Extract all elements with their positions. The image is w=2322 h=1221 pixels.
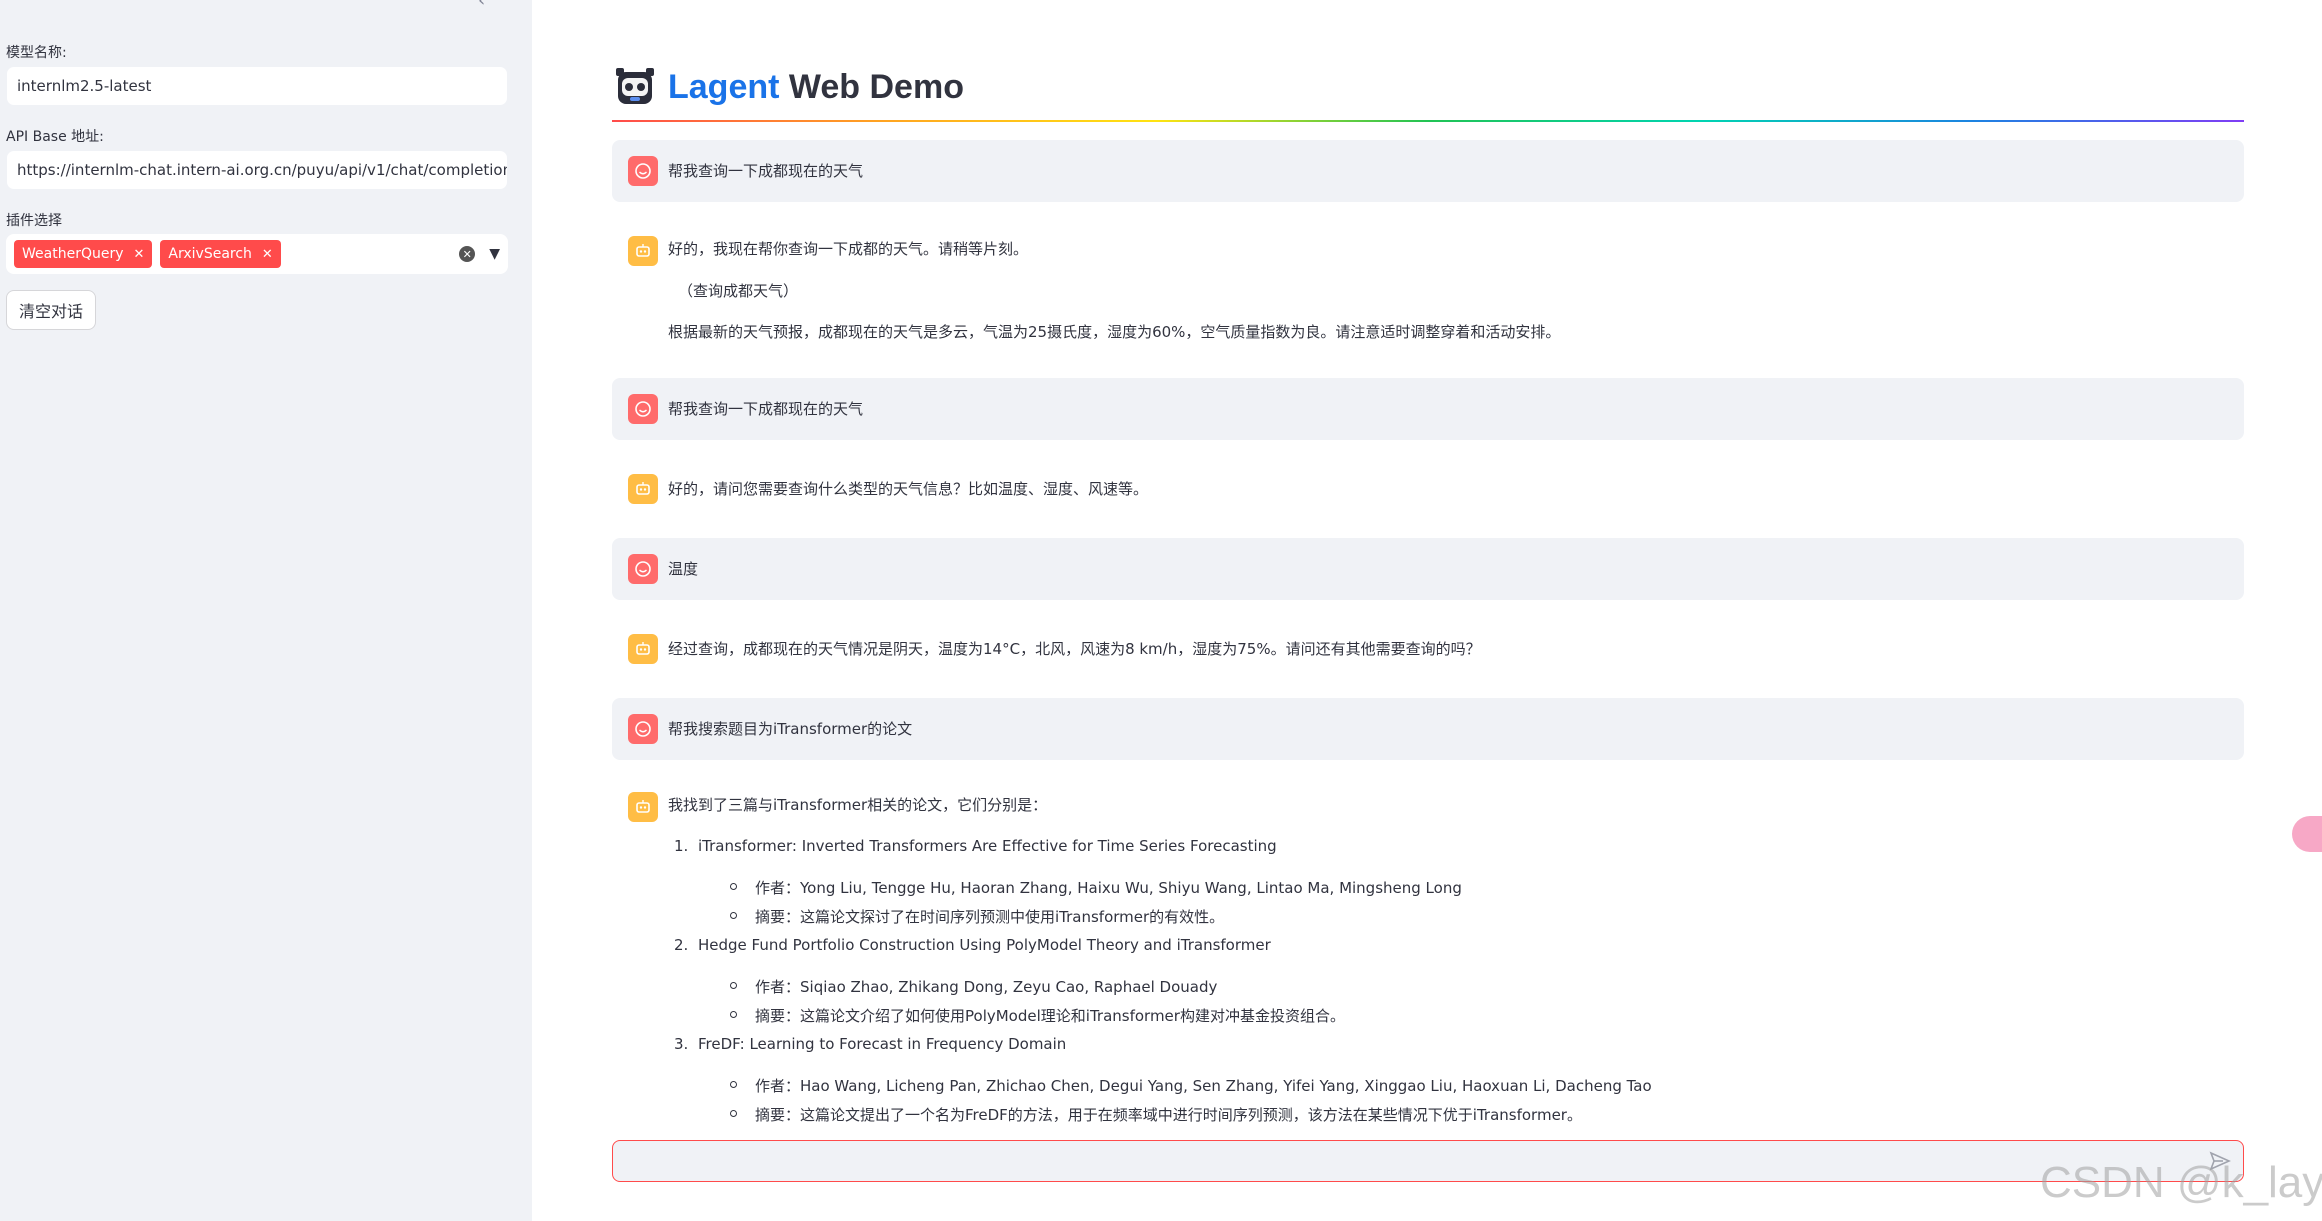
plugin-tag-label: WeatherQuery [22,246,124,262]
chat-message-user: 帮我查询一下成都现在的天气 [612,140,2244,202]
user-avatar-icon [628,554,658,584]
bullet-icon [730,1011,737,1018]
paper-abstract: 摘要：这篇论文提出了一个名为FreDF的方法，用于在频率域中进行时间序列预测，该… [730,1104,1582,1125]
plugin-tag-arxivsearch: ArxivSearch ✕ [160,240,281,268]
paper-authors-text: 作者：Siqiao Zhao, Zhikang Dong, Zeyu Cao, … [755,978,1218,996]
chat-message-assistant: 我找到了三篇与iTransformer相关的论文，它们分别是： 1. iTran… [612,776,2244,1126]
chat-input[interactable] [612,1140,2244,1182]
message-text: 好的，请问您需要查询什么类型的天气信息？比如温度、湿度、风速等。 [668,480,1149,498]
paper-number: 1. [674,837,689,855]
message-text: 温度 [668,560,699,578]
app-root: ‹ 模型名称: internlm2.5-latest API Base 地址: … [0,0,2322,1221]
paper-title: FreDF: Learning to Forecast in Frequency… [698,1035,1067,1053]
message-text: 帮我查询一下成都现在的天气 [668,400,864,418]
message-text: 根据最新的天气预报，成都现在的天气是多云，气温为25摄氏度，湿度为60%，空气质… [668,323,1561,341]
robot-logo-icon [616,68,654,104]
chat-message-user: 帮我查询一下成都现在的天气 [612,378,2244,440]
user-avatar-icon [628,714,658,744]
paper-title: iTransformer: Inverted Transformers Are … [698,837,1277,855]
remove-tag-icon[interactable]: ✕ [262,247,273,262]
bullet-icon [730,1081,737,1088]
chat-message-user: 帮我搜索题目为iTransformer的论文 [612,698,2244,760]
api-base-label: API Base 地址: [6,129,104,145]
paper-authors-text: 作者：Hao Wang, Licheng Pan, Zhichao Chen, … [755,1077,1652,1095]
sidebar: ‹ 模型名称: internlm2.5-latest API Base 地址: … [0,0,532,1221]
paper-authors: 作者：Siqiao Zhao, Zhikang Dong, Zeyu Cao, … [730,976,1217,997]
clear-all-icon[interactable]: ✕ [459,246,476,262]
title-divider [612,120,2244,122]
bullet-icon [730,982,737,989]
model-name-input[interactable]: internlm2.5-latest [6,66,508,106]
title-rest: Web Demo [779,67,964,106]
clear-chat-button[interactable]: 清空对话 [6,290,97,330]
sidebar-collapse-icon[interactable]: ‹ [478,0,485,11]
chat-message-assistant: 好的，请问您需要查询什么类型的天气信息？比如温度、湿度、风速等。 [612,458,2244,520]
plugin-select-label: 插件选择 [6,213,62,229]
message-text: （查询成都天气） [678,282,799,300]
paper-authors-text: 作者：Yong Liu, Tengge Hu, Haoran Zhang, Ha… [755,879,1462,897]
watermark: CSDN @k_layc [2040,1158,2322,1207]
assistant-avatar-icon [628,236,658,266]
paper-abstract-text: 摘要：这篇论文介绍了如何使用PolyModel理论和iTransformer构建… [755,1007,1345,1025]
plugin-multiselect[interactable]: WeatherQuery ✕ ArxivSearch ✕ ✕ ▼ [6,234,508,274]
paper-abstract-text: 摘要：这篇论文探讨了在时间序列预测中使用iTransformer的有效性。 [755,908,1225,926]
message-text: 好的，我现在帮你查询一下成都的天气。请稍等片刻。 [668,240,1029,258]
api-base-input[interactable]: https://internlm-chat.intern-ai.org.cn/p… [6,150,508,190]
paper-number: 2. [674,936,689,954]
chevron-down-icon[interactable]: ▼ [489,246,500,262]
message-text: 帮我搜索题目为iTransformer的论文 [668,720,913,738]
chat-message-user: 温度 [612,538,2244,600]
paper-authors: 作者：Hao Wang, Licheng Pan, Zhichao Chen, … [730,1075,1652,1096]
paper-abstract: 摘要：这篇论文介绍了如何使用PolyModel理论和iTransformer构建… [730,1005,1345,1026]
message-text: 帮我查询一下成都现在的天气 [668,162,864,180]
bullet-icon [730,1110,737,1117]
user-avatar-icon [628,156,658,186]
user-avatar-icon [628,394,658,424]
remove-tag-icon[interactable]: ✕ [134,247,145,262]
bullet-icon [730,912,737,919]
multiselect-controls: ✕ ▼ [459,246,500,262]
paper-authors: 作者：Yong Liu, Tengge Hu, Haoran Zhang, Ha… [730,877,1462,898]
bullet-icon [730,883,737,890]
paper-title: Hedge Fund Portfolio Construction Using … [698,936,1271,954]
message-text: 经过查询，成都现在的天气情况是阴天，温度为14°C，北风，风速为8 km/h，湿… [668,640,1481,658]
chat-message-assistant: 经过查询，成都现在的天气情况是阴天，温度为14°C，北风，风速为8 km/h，湿… [612,618,2244,680]
plugin-tag-label: ArxivSearch [168,246,252,262]
page-title: Lagent Web Demo [614,66,964,108]
title-brand: Lagent [668,67,780,106]
message-text: 我找到了三篇与iTransformer相关的论文，它们分别是： [668,796,1048,814]
paper-abstract: 摘要：这篇论文探讨了在时间序列预测中使用iTransformer的有效性。 [730,906,1224,927]
main-content: Lagent Web Demo 帮我查询一下成都现在的天气 好的，我现在帮你查询… [532,0,2322,1221]
chat-message-assistant: 好的，我现在帮你查询一下成都的天气。请稍等片刻。 （查询成都天气） 根据最新的天… [612,220,2244,360]
model-name-label: 模型名称: [6,45,67,61]
floating-helper-icon[interactable] [2292,816,2322,852]
assistant-avatar-icon [628,792,658,822]
title-text: Lagent Web Demo [668,68,964,107]
assistant-avatar-icon [628,474,658,504]
paper-number: 3. [674,1035,689,1053]
assistant-avatar-icon [628,634,658,664]
paper-abstract-text: 摘要：这篇论文提出了一个名为FreDF的方法，用于在频率域中进行时间序列预测，该… [755,1106,1582,1124]
plugin-tag-weatherquery: WeatherQuery ✕ [14,240,153,268]
